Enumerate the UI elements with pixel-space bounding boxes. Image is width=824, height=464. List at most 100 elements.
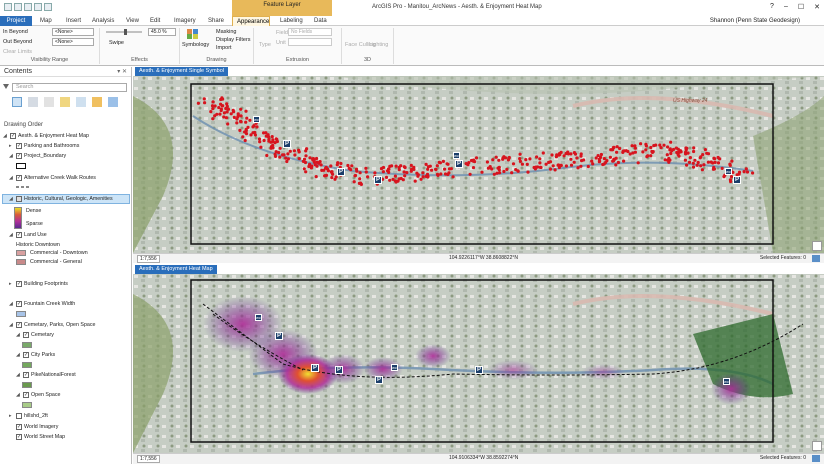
layer-checkbox[interactable]: ✓ [16, 281, 22, 287]
swipe-button[interactable]: Swipe [109, 40, 124, 46]
refresh-icon[interactable] [812, 455, 820, 462]
display-filters-button[interactable]: Display Filters [216, 37, 251, 43]
layer-hillshade[interactable]: ▸ hillshd_2ft [9, 413, 48, 419]
clear-limits-button[interactable]: Clear Limits [3, 49, 32, 55]
transparency-input[interactable]: 45.0 % [148, 28, 176, 36]
layer-historic-amenities[interactable]: ◢ Historic, Cultural, Geologic, Amenities [9, 196, 113, 202]
tab-insert[interactable]: Insert [62, 16, 85, 26]
amenity-point [507, 155, 511, 160]
in-beyond-button[interactable]: In Beyond [3, 29, 28, 35]
list-by-drawing-order-icon[interactable] [12, 97, 22, 107]
layer-parking-bathrooms[interactable]: ▸ ✓ Parking and Bathrooms [9, 143, 79, 149]
layer-checkbox[interactable]: ✓ [16, 153, 22, 159]
list-by-snapping-icon[interactable] [76, 97, 86, 107]
close-icon[interactable]: ✕ [814, 3, 820, 11]
tab-data[interactable]: Data [310, 16, 331, 26]
list-by-editing-icon[interactable] [60, 97, 70, 107]
zoom-full-extent-icon[interactable] [812, 241, 822, 251]
refresh-icon[interactable] [812, 255, 820, 262]
amenity-point [213, 114, 217, 118]
layer-checkbox[interactable]: ✓ [16, 434, 22, 440]
layer-checkbox[interactable]: ✓ [16, 232, 22, 238]
scale-select[interactable]: 1:7,556 [137, 455, 160, 463]
import-button[interactable]: Import [216, 45, 232, 51]
layer-checkbox[interactable] [16, 413, 22, 419]
tab-project[interactable]: Project [0, 16, 32, 26]
filter-icon[interactable] [3, 84, 9, 90]
layer-building-footprints[interactable]: ▸ ✓ Building Footprints [9, 281, 68, 287]
quick-access-toolbar[interactable] [4, 3, 52, 11]
zoom-full-extent-icon[interactable] [812, 441, 822, 451]
layer-city-parks[interactable]: ◢ ✓ City Parks [16, 352, 55, 358]
amenity-point [412, 167, 416, 171]
layer-checkbox[interactable]: ✓ [23, 392, 29, 398]
amenity-point [576, 166, 580, 170]
layer-checkbox[interactable]: ✓ [10, 133, 16, 139]
extrusion-type-button[interactable]: Type [259, 42, 271, 48]
scale-select[interactable]: 1:7,556 [137, 255, 160, 263]
symbology-icon[interactable] [186, 28, 200, 40]
map-view-single-symbol[interactable]: P P P P P wc wc wc US Highway 24 [133, 76, 824, 253]
layer-checkbox[interactable]: ✓ [16, 301, 22, 307]
amenity-point [685, 146, 689, 150]
layer-cemetary[interactable]: ◢ ✓ Cemetary [16, 332, 54, 338]
tab-heat-map[interactable]: Aesth. & Enjoyment Heat Map [135, 265, 217, 274]
layer-pike-national-forest[interactable]: ◢ ✓ PikeNationalForest [16, 372, 76, 378]
list-by-selection-icon[interactable] [44, 97, 54, 107]
undo-icon[interactable] [34, 3, 42, 11]
layer-checkbox[interactable]: ✓ [23, 352, 29, 358]
tab-analysis[interactable]: Analysis [88, 16, 118, 26]
layer-world-street-map[interactable]: ✓ World Street Map [9, 434, 65, 440]
amenity-point [424, 162, 428, 166]
unit-select[interactable] [288, 38, 332, 46]
map-view-heat-map[interactable]: P P P P P wc wc wc [133, 274, 824, 453]
maximize-icon[interactable]: ☐ [798, 3, 804, 11]
layer-checkbox[interactable]: ✓ [16, 175, 22, 181]
redo-icon[interactable] [44, 3, 52, 11]
layer-checkbox[interactable]: ✓ [16, 143, 22, 149]
layer-checkbox[interactable] [16, 196, 22, 202]
layer-land-use[interactable]: ◢ ✓ Land Use [9, 232, 47, 238]
visibility-range-group: In Beyond Out Beyond Clear Limits <None>… [0, 28, 100, 64]
layer-checkbox[interactable]: ✓ [16, 424, 22, 430]
tab-single-symbol-map[interactable]: Aesth. & Enjoyment Single Symbol [135, 67, 228, 76]
tab-appearance[interactable]: Appearance [232, 16, 270, 26]
list-by-source-icon[interactable] [28, 97, 38, 107]
layer-world-imagery[interactable]: ✓ World Imagery [9, 424, 58, 430]
layer-aesth-heat-map[interactable]: ◢ ✓ Aesth. & Enjoyment Heat Map [3, 133, 89, 139]
new-icon[interactable] [4, 3, 12, 11]
list-by-labeling-icon[interactable] [92, 97, 102, 107]
amenity-point [302, 157, 307, 161]
layer-project-boundary[interactable]: ◢ ✓ Project_Boundary [9, 153, 66, 159]
layer-checkbox[interactable]: ✓ [16, 322, 22, 328]
open-icon[interactable] [14, 3, 22, 11]
pane-controls[interactable]: ▾ ✕ [117, 67, 127, 77]
list-by-charts-icon[interactable] [108, 97, 118, 107]
tab-edit[interactable]: Edit [146, 16, 164, 26]
minimize-icon[interactable]: – [784, 3, 788, 11]
tab-imagery[interactable]: Imagery [170, 16, 200, 26]
help-icon[interactable]: ? [770, 3, 774, 11]
layer-fountain-creek-width[interactable]: ◢ ✓ Fountain Creek Width [9, 301, 75, 307]
amenity-point [686, 151, 690, 155]
masking-button[interactable]: Masking [216, 29, 236, 35]
layer-checkbox[interactable]: ✓ [23, 332, 29, 338]
field-select[interactable]: No Fields [288, 28, 332, 36]
transparency-slider[interactable] [104, 28, 144, 36]
layer-checkbox[interactable]: ✓ [23, 372, 29, 378]
user-account[interactable]: Shannon (Penn State Geodesign) [710, 16, 800, 26]
tab-labeling[interactable]: Labeling [276, 16, 307, 26]
in-beyond-select[interactable]: <None> [52, 28, 94, 36]
tab-share[interactable]: Share [204, 16, 228, 26]
layer-creek-walk-routes[interactable]: ◢ ✓ Alternative Creek Walk Routes [9, 175, 96, 181]
tab-map[interactable]: Map [36, 16, 56, 26]
search-input[interactable]: Search [12, 83, 127, 92]
save-icon[interactable] [24, 3, 32, 11]
out-beyond-select[interactable]: <None> [52, 38, 94, 46]
lighting-button[interactable]: Lighting [369, 42, 388, 48]
layer-open-space[interactable]: ◢ ✓ Open Space [16, 392, 60, 398]
out-beyond-button[interactable]: Out Beyond [3, 39, 32, 45]
layer-cemetary-parks[interactable]: ◢ ✓ Cemetary, Parks, Open Space [9, 322, 95, 328]
tab-view[interactable]: View [122, 16, 143, 26]
symbology-button[interactable]: Symbology [182, 42, 209, 48]
